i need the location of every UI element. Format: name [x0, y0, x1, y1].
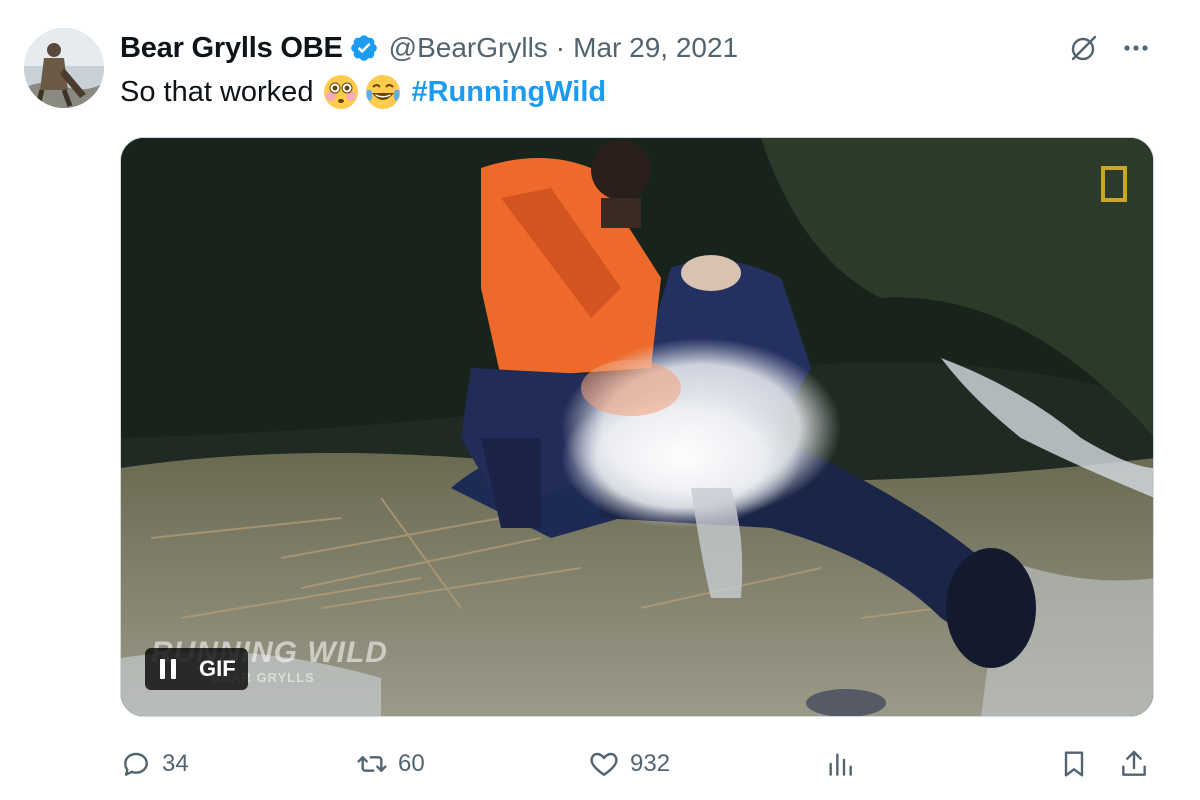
retweet-icon	[356, 748, 388, 780]
hashtag-link[interactable]: #RunningWild	[411, 72, 606, 112]
analytics-icon	[824, 748, 856, 780]
bookmark-icon	[1058, 748, 1090, 780]
grok-icon[interactable]	[1066, 30, 1102, 66]
gif-controls: GIF	[145, 648, 248, 690]
tweet-card[interactable]: Bear Grylls OBE @BearGrylls · Mar 29, 20…	[0, 0, 1200, 800]
tweet-header: Bear Grylls OBE @BearGrylls · Mar 29, 20…	[120, 28, 738, 68]
tweet-text: So that worked #RunningWild	[120, 72, 606, 112]
share-button[interactable]	[1118, 742, 1150, 786]
like-button[interactable]: 932	[588, 742, 670, 786]
reply-button[interactable]: 34	[120, 742, 189, 786]
author-handle[interactable]: @BearGrylls	[389, 32, 548, 64]
share-icon	[1118, 748, 1150, 780]
action-bar: 34 60 932	[120, 742, 1154, 786]
gif-media[interactable]: RUNNING WILD BEAR GRYLLS GIF	[120, 137, 1154, 717]
gif-frame-image	[121, 138, 1153, 716]
tweet-body: So that worked	[120, 76, 314, 108]
like-count: 932	[630, 750, 671, 777]
header-separator: ·	[555, 32, 566, 63]
gif-label: GIF	[199, 656, 236, 681]
pause-icon[interactable]	[151, 652, 185, 686]
tweet-date[interactable]: Mar 29, 2021	[573, 32, 738, 64]
national-geographic-logo	[1101, 166, 1127, 202]
tears-of-joy-emoji	[365, 74, 401, 110]
flushed-face-emoji	[323, 74, 359, 110]
bookmark-button[interactable]	[1058, 742, 1090, 786]
retweet-count: 60	[398, 750, 425, 777]
verified-badge-icon	[349, 33, 379, 63]
retweet-button[interactable]: 60	[356, 742, 425, 786]
author-display-name[interactable]: Bear Grylls OBE	[120, 32, 343, 65]
more-options-icon[interactable]	[1118, 30, 1154, 66]
reply-icon	[120, 748, 152, 780]
author-avatar[interactable]	[24, 28, 104, 108]
reply-count: 34	[162, 750, 189, 777]
heart-icon	[588, 748, 620, 780]
views-button[interactable]	[824, 742, 856, 786]
